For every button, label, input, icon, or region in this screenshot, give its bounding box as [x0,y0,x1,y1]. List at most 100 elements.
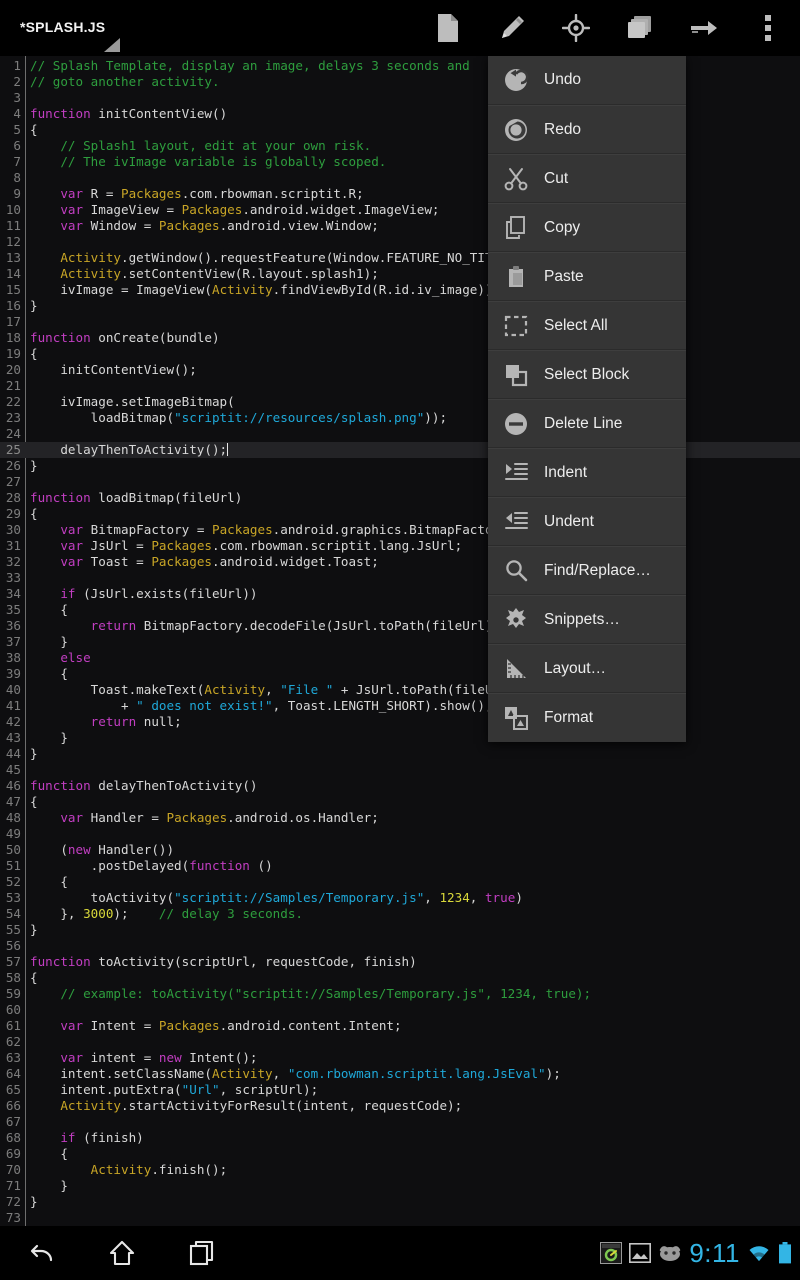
code-token: BitmapFactory = [83,522,212,537]
code-line[interactable]: 51 .postDelayed(function () [0,858,800,874]
line-number: 72 [0,1194,21,1210]
menu-item-layout[interactable]: Layout… [488,644,686,693]
document-title: *SPLASH.JS [20,19,105,35]
line-number: 58 [0,970,21,986]
dashed-square-icon [488,301,544,350]
code-line[interactable]: 69 { [0,1146,800,1162]
home-button[interactable] [92,1234,152,1272]
line-number: 31 [0,538,21,554]
code-line[interactable]: 48 var Handler = Packages.android.os.Han… [0,810,800,826]
code-token: delayThenToActivity(); [30,442,227,457]
line-number: 63 [0,1050,21,1066]
target-button[interactable] [548,6,604,50]
menu-item-copy[interactable]: Copy [488,203,686,252]
code-token: , Toast.LENGTH_SHORT).show(); [273,698,493,713]
code-token: Packages [212,522,273,537]
code-token [30,186,60,201]
code-line[interactable]: 65 intent.putExtra("Url", scriptUrl); [0,1082,800,1098]
code-token: { [30,506,38,521]
menu-item-indent[interactable]: Indent [488,448,686,497]
menu-item-paste[interactable]: Paste [488,252,686,301]
menu-item-delete-line[interactable]: Delete Line [488,399,686,448]
code-line[interactable]: 67 [0,1114,800,1130]
menu-item-find-replace[interactable]: Find/Replace… [488,546,686,595]
code-token: if [60,586,75,601]
code-line[interactable]: 52 { [0,874,800,890]
line-number: 48 [0,810,21,826]
line-number: 16 [0,298,21,314]
edit-button[interactable] [484,6,540,50]
code-line[interactable]: 68 if (finish) [0,1130,800,1146]
code-line[interactable]: 45 [0,762,800,778]
overflow-menu-button[interactable] [740,6,796,50]
code-line[interactable]: 73 [0,1210,800,1226]
code-line[interactable]: 63 var intent = new Intent(); [0,1050,800,1066]
code-token: Packages [151,538,212,553]
code-token: "com.rbowman.scriptit.lang.JsEval" [288,1066,546,1081]
code-token: var [60,810,83,825]
code-token: Activity [91,1162,152,1177]
indent-right-icon [488,448,544,497]
line-number: 56 [0,938,21,954]
new-file-button[interactable] [420,6,476,50]
code-token [30,1130,60,1145]
code-token: { [30,970,38,985]
code-line[interactable]: 54 }, 3000); // delay 3 seconds. [0,906,800,922]
code-line[interactable]: 47{ [0,794,800,810]
code-line[interactable]: 56 [0,938,800,954]
title-bar: *SPLASH.JS [0,0,800,56]
code-token: Handler()) [91,842,174,857]
code-token: () [250,858,273,873]
code-token: null; [136,714,182,729]
code-token: Packages [167,810,228,825]
menu-item-cut[interactable]: Cut [488,154,686,203]
line-number: 55 [0,922,21,938]
layers-button[interactable] [612,6,668,50]
code-line[interactable]: 62 [0,1034,800,1050]
home-icon [108,1239,136,1267]
puzzle-icon [488,595,544,644]
menu-item-redo[interactable]: Redo [488,105,686,154]
context-menu[interactable]: UndoRedoCutCopy Paste Select AllSelect Blo… [488,56,686,742]
code-token: .finish(); [151,1162,227,1177]
code-token [30,1050,60,1065]
scissors-icon [488,154,544,203]
back-button[interactable] [12,1234,72,1272]
code-line[interactable]: 50 (new Handler()) [0,842,800,858]
code-token: // Splash Template, display an image, de… [30,58,470,73]
code-line[interactable]: 70 Activity.finish(); [0,1162,800,1178]
code-line[interactable]: 61 var Intent = Packages.android.content… [0,1018,800,1034]
code-token: Activity [204,682,265,697]
menu-item-undent[interactable]: Undent [488,497,686,546]
code-line[interactable]: 66 Activity.startActivityForResult(inten… [0,1098,800,1114]
menu-item-format[interactable]: Format [488,693,686,742]
code-line[interactable]: 64 intent.setClassName(Activity, "com.rb… [0,1066,800,1082]
menu-item-undo[interactable]: Undo [488,56,686,105]
code-line[interactable]: 53 toActivity("scriptit://Samples/Tempor… [0,890,800,906]
code-line[interactable]: 72} [0,1194,800,1210]
code-line[interactable]: 49 [0,826,800,842]
code-token: , [273,1066,288,1081]
code-token [30,1098,60,1113]
menu-item-select-block[interactable]: Select Block [488,350,686,399]
run-button[interactable] [676,6,732,50]
code-line[interactable]: 60 [0,1002,800,1018]
recents-button[interactable] [172,1234,232,1272]
menu-item-snippets[interactable]: Snippets… [488,595,686,644]
code-token: , [470,890,485,905]
code-line[interactable]: 71 } [0,1178,800,1194]
code-token: Activity [212,1066,273,1081]
code-line[interactable]: 46function delayThenToActivity() [0,778,800,794]
code-line[interactable]: 59 // example: toActivity("scriptit://Sa… [0,986,800,1002]
code-token: } [30,298,38,313]
code-token: { [30,122,38,137]
code-token: ( [30,842,68,857]
code-line[interactable]: 44} [0,746,800,762]
code-line[interactable]: 58 { [0,970,800,986]
code-line[interactable]: 55} [0,922,800,938]
code-token: Handler = [83,810,166,825]
code-line[interactable]: 57function toActivity(scriptUrl, request… [0,954,800,970]
menu-item-label: Paste [544,268,584,286]
menu-item-select-all[interactable]: Select All [488,301,686,350]
code-token [30,618,91,633]
